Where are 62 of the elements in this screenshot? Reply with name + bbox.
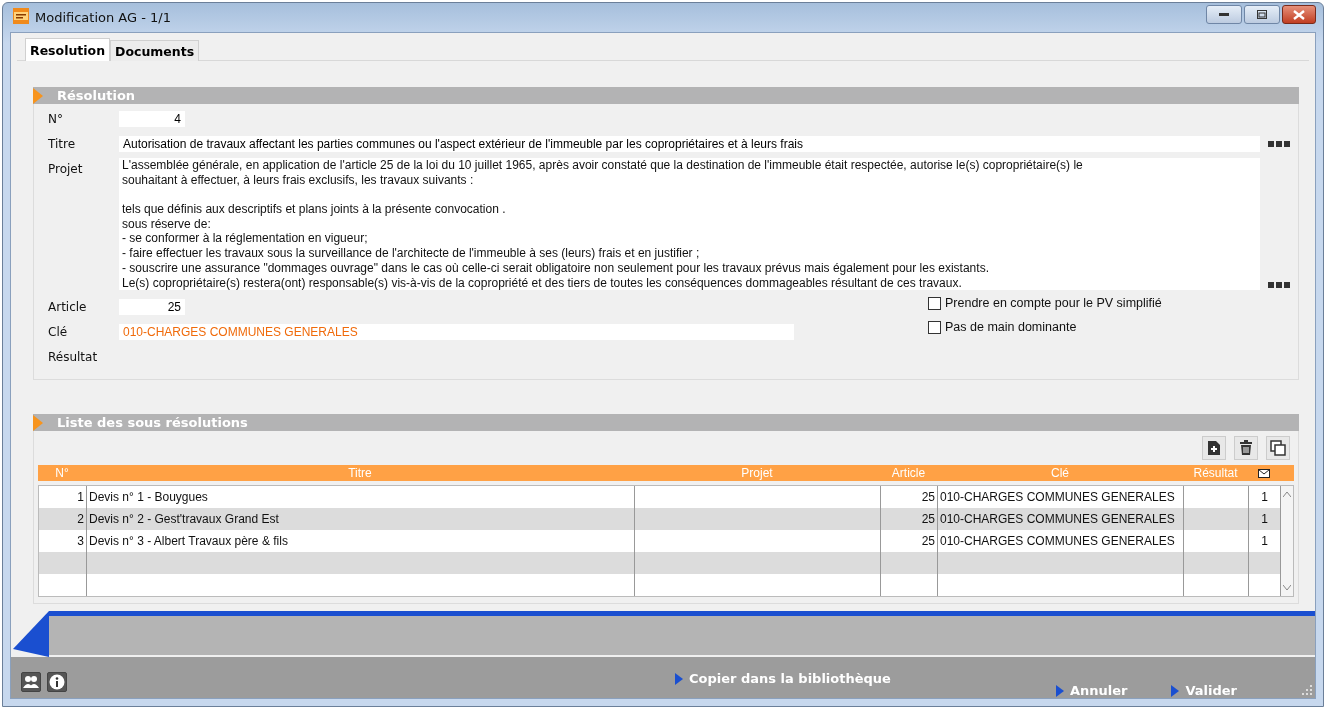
maximize-icon (1257, 10, 1267, 19)
table-cell: 2 (39, 508, 87, 530)
trash-icon[interactable] (1234, 436, 1258, 460)
title-field[interactable]: Autorisation de travaux affectant les parties communes ou l'aspect extérieur de l'immeuble par les copropriétaires et à leurs frais (119, 136, 1260, 152)
text-line: souhaitant à effectuer, à leurs frais exclusifs, les travaux suivants : (122, 172, 475, 188)
field-label: N° (48, 112, 64, 126)
resize-grip-icon[interactable] (1301, 684, 1313, 696)
section-title: Liste des sous résolutions (57, 415, 248, 430)
back-arrow-icon[interactable] (13, 611, 49, 657)
table-cell: 010-CHARGES COMMUNES GENERALES (938, 508, 1184, 530)
text-line: L'assemblée générale, en application de l'article 25 de la loi du 10 juillet 1965, après avoir constaté que la destination de l'immeuble était respectée, autorise le(s) copropriétaire(s) le (122, 158, 1084, 173)
table-row[interactable]: 2 Devis n° 2 - Gest'travaux Grand Est 25 010-CHARGES COMMUNES GENERALES 1 (39, 508, 1281, 530)
maximize-button[interactable] (1244, 5, 1280, 24)
article-field[interactable]: 25 (119, 299, 185, 315)
field-label: Projet (48, 161, 84, 176)
column-header: Article (890, 465, 927, 481)
tab[interactable]: Documents (110, 40, 200, 61)
checkbox[interactable] (928, 296, 941, 310)
window-title: Modification AG - 1/1 (35, 10, 171, 25)
checkbox-label: Pas de main dominante (945, 320, 1077, 334)
field-label: Titre (48, 137, 77, 151)
triangle-icon (1171, 684, 1180, 697)
number-field[interactable]: 4 (119, 111, 185, 127)
arrow-icon (33, 87, 43, 104)
envelope-icon (1258, 468, 1270, 478)
column-header: N° (54, 465, 70, 481)
chevron-up-icon[interactable] (1283, 492, 1291, 497)
minimize-icon (1219, 12, 1229, 17)
text-line: - se conformer à la réglementation en vigueur; (122, 231, 369, 247)
chevron-down-icon[interactable] (1283, 585, 1291, 590)
checkbox[interactable] (928, 320, 941, 334)
users-icon[interactable] (21, 671, 41, 692)
column-header: Titre (347, 465, 373, 481)
text-line: sous réserve de: (122, 216, 212, 232)
column-header: Résultat (1192, 465, 1239, 481)
triangle-icon (1055, 684, 1064, 697)
arrow-icon (33, 414, 43, 431)
triangle-icon (675, 672, 683, 685)
more-icon[interactable] (1268, 282, 1290, 288)
close-button[interactable] (1282, 5, 1316, 24)
section-title: Résolution (57, 88, 136, 103)
table-cell: 25 (881, 508, 938, 530)
scrollbar[interactable] (1281, 486, 1293, 596)
add-document-icon[interactable] (1202, 436, 1226, 460)
app-logo-icon (13, 8, 29, 27)
column-header: Clé (1050, 465, 1070, 481)
text-line: tels que définis aux descriptifs et plans joints à la présente convocation . (122, 202, 507, 217)
tab[interactable]: Resolution (25, 38, 111, 61)
copy-icon[interactable] (1266, 436, 1290, 460)
info-icon[interactable] (47, 671, 67, 692)
field-label: Résultat (48, 350, 99, 364)
field-label: Clé (48, 325, 69, 339)
close-icon (1293, 9, 1305, 20)
text-line: Le(s) copropriétaire(s) restera(ont) responsable(s) vis-à-vis de la copropriété et des tiers de toutes les conséquences dommageables résultant de ces travaux. (122, 275, 963, 290)
table-cell: Devis n° 2 - Gest'travaux Grand Est (87, 508, 635, 530)
checkbox-label: Prendre en compte pour le PV simplifié (945, 296, 1162, 310)
text-line: - faire effectuer les travaux sous la surveillance de l'architecte de l'immeuble à ses (leurs) frais et en justifier ; (122, 246, 701, 261)
minimize-button[interactable] (1206, 5, 1242, 24)
text-line: - souscrire une assurance "dommages ouvrage" dans le cas où celle-ci serait obligatoire non seulement pour les travaux prévus mais également pour les existants. (122, 260, 990, 276)
more-icon[interactable] (1268, 141, 1290, 147)
column-header: Projet (740, 465, 774, 481)
field-label: Article (48, 300, 88, 314)
